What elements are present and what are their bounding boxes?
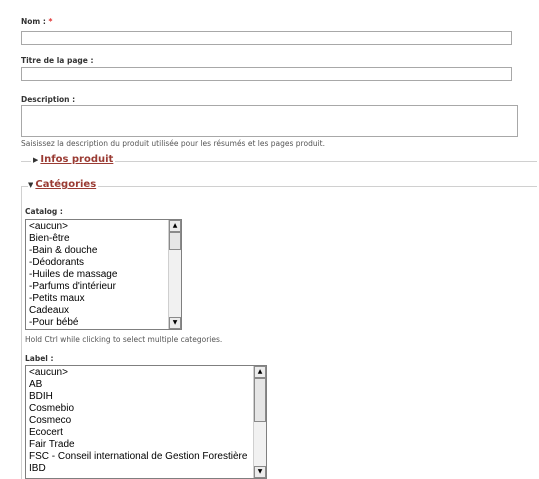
select-option[interactable]: BDIH [26, 391, 266, 403]
select-option[interactable]: -Huiles de massage [26, 269, 181, 281]
select-option[interactable]: AB [26, 379, 266, 391]
select-option[interactable]: Cosmeco [26, 415, 266, 427]
categories-border-top-right [94, 186, 537, 187]
titre-label: Titre de la page : [21, 56, 94, 65]
select-option[interactable]: -Petits maux [26, 293, 181, 305]
scroll-thumb[interactable] [254, 378, 266, 422]
infos-border-right [101, 161, 537, 162]
select-option[interactable]: -Pour bébé [26, 317, 181, 329]
label-scrollbar[interactable]: ▲ ▼ [253, 366, 266, 478]
categories-link[interactable]: Catégories [33, 179, 99, 190]
infos-border-left [21, 161, 31, 162]
categories-border-left [21, 186, 22, 479]
select-option[interactable]: Cadeaux [26, 305, 181, 317]
select-option[interactable]: Cosmebio [26, 403, 266, 415]
nom-label-text: Nom : [21, 17, 46, 26]
label-select[interactable]: <aucun> AB BDIH Cosmebio Cosmeco Ecocert Fair … [25, 365, 267, 479]
scroll-up-arrow-icon[interactable]: ▲ [254, 366, 266, 378]
select-option[interactable]: IBD [26, 463, 266, 475]
description-help: Saisissez la description du produit util… [21, 139, 325, 148]
infos-produit-link[interactable]: Infos produit [38, 154, 116, 165]
catalog-select[interactable]: <aucun> Bien-être -Bain & douche -Déodorant… [25, 219, 182, 330]
catalog-help: Hold Ctrl while clicking to select multi… [25, 335, 223, 344]
select-option[interactable]: Fair Trade [26, 439, 266, 451]
label-options: <aucun> AB BDIH Cosmebio Cosmeco Ecocert Fair … [26, 366, 266, 475]
label-list-label: Label : [25, 354, 54, 363]
catalog-options: <aucun> Bien-être -Bain & douche -Déodorant… [26, 220, 181, 329]
nom-input[interactable] [21, 31, 512, 45]
description-textarea[interactable] [21, 105, 518, 137]
select-option[interactable]: Bien-être [26, 233, 181, 245]
categories-legend[interactable]: ▼ Catégories [28, 179, 99, 190]
scroll-up-arrow-icon[interactable]: ▲ [169, 220, 181, 232]
scroll-thumb[interactable] [169, 232, 181, 250]
select-option[interactable]: <aucun> [26, 221, 181, 233]
required-mark: * [48, 17, 53, 26]
catalog-scrollbar[interactable]: ▲ ▼ [168, 220, 181, 329]
select-option[interactable]: <aucun> [26, 367, 266, 379]
titre-input[interactable] [21, 67, 512, 81]
select-option[interactable]: FSC - Conseil international de Gestion F… [26, 451, 266, 463]
select-option[interactable]: Ecocert [26, 427, 266, 439]
infos-produit-legend[interactable]: ▶ Infos produit [33, 154, 116, 165]
scroll-down-arrow-icon[interactable]: ▼ [169, 317, 181, 329]
nom-label: Nom : * [21, 17, 52, 26]
select-option[interactable]: -Bain & douche [26, 245, 181, 257]
select-option[interactable]: -Parfums d'intérieur [26, 281, 181, 293]
catalog-label: Catalog : [25, 207, 63, 216]
description-label: Description : [21, 95, 76, 104]
select-option[interactable]: -Déodorants [26, 257, 181, 269]
scroll-down-arrow-icon[interactable]: ▼ [254, 466, 266, 478]
